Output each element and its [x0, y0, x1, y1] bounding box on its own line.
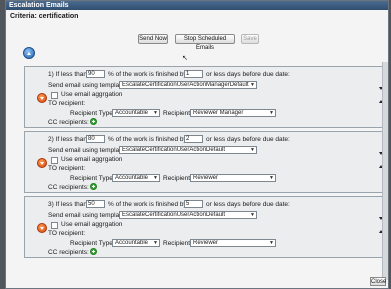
rule-2-days-input[interactable]: 2 — [184, 135, 203, 143]
rule-2-mid: % of the work is finished by — [108, 136, 187, 143]
rule-1-recipient-label: Recipient — [163, 110, 191, 117]
escalation-down-icon[interactable] — [37, 223, 47, 233]
escalation-rule-2: 2) If less than 80 % of the work is fini… — [24, 131, 385, 193]
rule-1-prefix: 1) If less than — [48, 71, 88, 78]
add-icon[interactable] — [90, 248, 97, 255]
rule-2-template-value: EscalateCertificationUserActionDefault — [122, 147, 226, 153]
chevron-down-icon: ▼ — [269, 110, 274, 116]
rule-1-percent-input[interactable]: 90 — [86, 70, 105, 78]
rule-2-to-label: TO recipient: — [48, 165, 86, 172]
panel-scrollbar[interactable] — [382, 62, 388, 280]
escalation-rule-3: 3) If less than 50 % of the work is fini… — [24, 196, 385, 258]
rule-2-recipient-select[interactable]: Reviewer ▼ — [190, 174, 276, 182]
rule-2-recipient-type-select[interactable]: Accountable ▼ — [112, 174, 160, 182]
rule-1-recipient-select[interactable]: Reviewer Manager ▼ — [190, 109, 276, 117]
add-icon[interactable] — [90, 183, 97, 190]
rule-2-recipient-value: Reviewer — [193, 175, 219, 181]
rule-1-aggregation-checkbox[interactable] — [51, 92, 58, 99]
rule-2-send-label: Send email using template — [48, 147, 125, 154]
info-up-icon[interactable] — [23, 47, 35, 59]
rule-1-days-input[interactable]: 1 — [184, 70, 203, 78]
rule-3-recipient-label: Recipient — [163, 240, 191, 247]
chevron-down-icon: ▼ — [250, 82, 255, 88]
mouse-cursor-icon: ↖ — [182, 55, 188, 62]
rule-1-to-label: TO recipient: — [48, 100, 86, 107]
chevron-down-icon: ▼ — [153, 240, 158, 246]
chevron-down-icon: ▼ — [250, 147, 255, 153]
rule-3-prefix: 3) If less than — [48, 201, 88, 208]
rule-1-template-select[interactable]: EscalateCertificationUserActionManagerDe… — [119, 81, 257, 89]
rule-3-to-label: TO recipient: — [48, 230, 86, 237]
send-now-button[interactable]: Send Now — [138, 34, 168, 44]
add-icon[interactable] — [90, 118, 97, 125]
dialog-titlebar[interactable]: Escalation Emails — [6, 1, 388, 10]
chevron-down-icon: ▼ — [250, 212, 255, 218]
rule-2-template-select[interactable]: EscalateCertificationUserActionDefault ▼ — [119, 146, 257, 154]
rule-3-suffix: or less days before due date: — [206, 201, 290, 208]
rule-3-aggregation-checkbox[interactable] — [51, 222, 58, 229]
rule-3-recipient-value: Reviewer — [193, 240, 219, 246]
escalation-down-icon[interactable] — [37, 93, 47, 103]
rule-2-aggregation-label: Use email aggrgation — [61, 156, 123, 163]
rule-3-recipient-type-label: Recipient Type — [70, 240, 113, 247]
rule-1-mid: % of the work is finished by — [108, 71, 187, 78]
rule-1-aggregation-label: Use email aggrgation — [61, 91, 123, 98]
rule-3-template-select[interactable]: EscalateCertificationUserActionDefault ▼ — [119, 211, 257, 219]
chevron-down-icon: ▼ — [269, 175, 274, 181]
rule-1-template-value: EscalateCertificationUserActionManagerDe… — [122, 82, 249, 88]
rule-3-days-input[interactable]: 5 — [184, 200, 203, 208]
chevron-down-icon: ▼ — [153, 110, 158, 116]
rule-1-recipient-value: Reviewer Manager — [193, 110, 244, 116]
rule-2-suffix: or less days before due date: — [206, 136, 290, 143]
chevron-down-icon: ▼ — [269, 240, 274, 246]
dialog-title: Escalation Emails — [9, 2, 69, 9]
rule-3-recipient-type-select[interactable]: Accountable ▼ — [112, 239, 160, 247]
rule-3-aggregation-label: Use email aggrgation — [61, 221, 123, 228]
rule-3-cc-label: CC recipients: — [48, 249, 89, 256]
rule-2-percent-input[interactable]: 80 — [86, 135, 105, 143]
rule-3-recipient-type-value: Accountable — [115, 240, 149, 246]
rule-1-recipient-type-select[interactable]: Accountable ▼ — [112, 109, 160, 117]
rule-3-send-label: Send email using template — [48, 212, 125, 219]
escalation-dialog: Escalation Emails Criteria: certificatio… — [5, 0, 389, 289]
rule-1-cc-label: CC recipients: — [48, 119, 89, 126]
chevron-down-icon: ▼ — [153, 175, 158, 181]
rule-2-aggregation-checkbox[interactable] — [51, 157, 58, 164]
rule-3-mid: % of the work is finished by — [108, 201, 187, 208]
rule-1-recipient-type-label: Recipient Type — [70, 110, 113, 117]
rule-3-percent-input[interactable]: 50 — [86, 200, 105, 208]
stop-scheduled-emails-button[interactable]: Stop Scheduled Emails — [175, 34, 235, 51]
rule-1-send-label: Send email using template — [48, 82, 125, 89]
rule-2-cc-label: CC recipients: — [48, 184, 89, 191]
rule-2-recipient-type-label: Recipient Type — [70, 175, 113, 182]
rule-1-recipient-type-value: Accountable — [115, 110, 149, 116]
close-button[interactable]: Close — [370, 277, 386, 286]
rule-2-recipient-type-value: Accountable — [115, 175, 149, 181]
escalation-down-icon[interactable] — [37, 158, 47, 168]
criteria-label: Criteria: certification — [10, 13, 79, 20]
rule-1-suffix: or less days before due date: — [206, 71, 290, 78]
rule-3-template-value: EscalateCertificationUserActionDefault — [122, 212, 226, 218]
rule-3-recipient-select[interactable]: Reviewer ▼ — [190, 239, 276, 247]
rule-2-recipient-label: Recipient — [163, 175, 191, 182]
save-button[interactable]: Save — [241, 34, 259, 44]
escalation-rule-1: 1) If less than 90 % of the work is fini… — [24, 66, 385, 128]
rule-2-prefix: 2) If less than — [48, 136, 88, 143]
